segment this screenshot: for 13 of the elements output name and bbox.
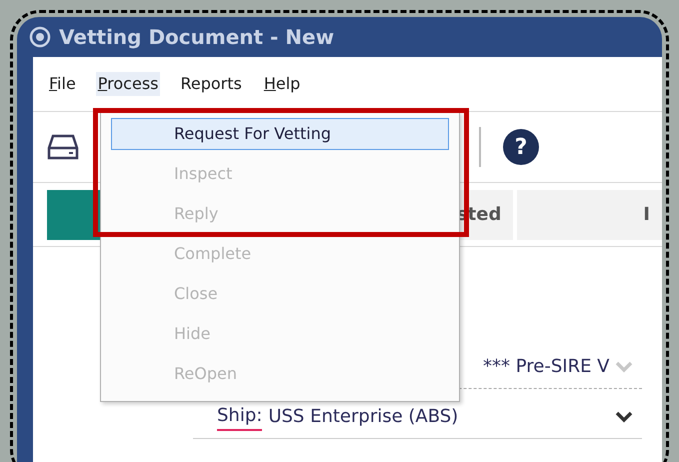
field-value: USS Enterprise (ABS) (268, 405, 458, 429)
menu-item[interactable]: Reports (178, 72, 244, 96)
menu-item[interactable]: File (47, 72, 78, 96)
process-step[interactable]: I (517, 190, 662, 240)
help-button[interactable]: ? (503, 129, 539, 165)
window-title: Vetting Document - New (59, 24, 334, 51)
field-value: *** Pre-SIRE V (483, 355, 610, 379)
menu-item[interactable]: Help (262, 72, 302, 96)
chevron-down-icon[interactable] (614, 410, 634, 424)
menu-item[interactable]: Process (96, 72, 160, 96)
drive-icon[interactable] (47, 133, 79, 161)
app-logo-icon (29, 26, 51, 48)
menu-option[interactable]: Request For Vetting (111, 118, 449, 150)
